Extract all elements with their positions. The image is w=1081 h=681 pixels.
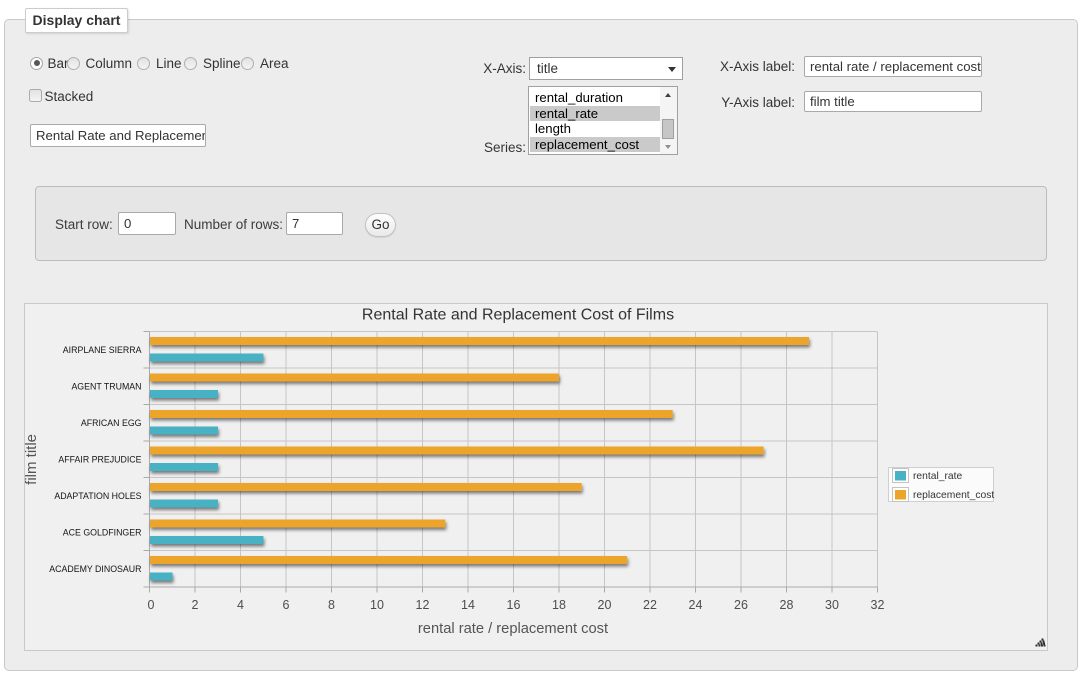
svg-text:10: 10	[370, 598, 384, 612]
svg-text:AGENT TRUMAN: AGENT TRUMAN	[71, 381, 141, 391]
svg-text:22: 22	[643, 598, 657, 612]
svg-text:2: 2	[192, 598, 199, 612]
svg-text:28: 28	[780, 598, 794, 612]
svg-text:ADAPTATION HOLES: ADAPTATION HOLES	[54, 491, 141, 501]
svg-text:20: 20	[598, 598, 612, 612]
svg-text:14: 14	[461, 598, 475, 612]
svg-text:6: 6	[283, 598, 290, 612]
svg-text:Rental Rate and Replacement Co: Rental Rate and Replacement Cost of Film…	[362, 307, 674, 324]
svg-text:32: 32	[871, 598, 885, 612]
svg-text:30: 30	[825, 598, 839, 612]
svg-text:rental rate / replacement cost: rental rate / replacement cost	[418, 621, 608, 637]
svg-text:26: 26	[734, 598, 748, 612]
svg-text:24: 24	[689, 598, 703, 612]
svg-text:replacement_cost: replacement_cost	[913, 490, 994, 501]
svg-text:18: 18	[552, 598, 566, 612]
svg-text:0: 0	[148, 598, 155, 612]
svg-text:12: 12	[416, 598, 430, 612]
svg-text:4: 4	[237, 598, 244, 612]
svg-text:16: 16	[507, 598, 521, 612]
svg-text:ACE GOLDFINGER: ACE GOLDFINGER	[63, 527, 142, 537]
svg-text:film title: film title	[25, 434, 40, 485]
svg-text:AIRPLANE SIERRA: AIRPLANE SIERRA	[63, 345, 142, 355]
svg-text:ACADEMY DINOSAUR: ACADEMY DINOSAUR	[49, 564, 141, 574]
svg-text:AFRICAN EGG: AFRICAN EGG	[81, 418, 142, 428]
svg-text:rental_rate: rental_rate	[913, 471, 963, 482]
svg-text:AFFAIR PREJUDICE: AFFAIR PREJUDICE	[58, 454, 141, 464]
svg-text:8: 8	[328, 598, 335, 612]
